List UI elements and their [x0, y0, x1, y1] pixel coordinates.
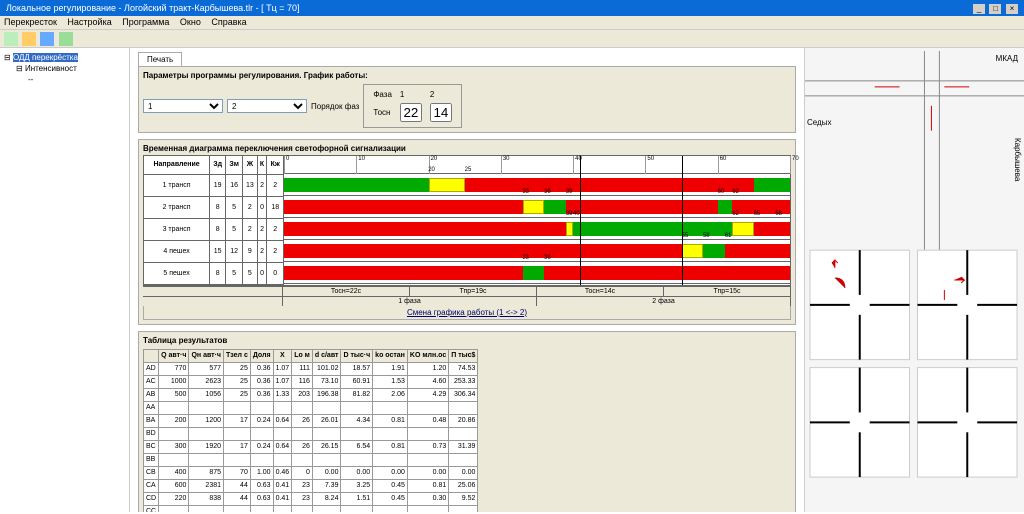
params-panel: Параметры программы регулирования. Графи…	[138, 66, 796, 133]
refresh-icon[interactable]	[59, 32, 73, 46]
phase-select-1[interactable]: 1	[143, 99, 223, 113]
results-panel: Таблица результатов Q авт·чQн авт·чTзел …	[138, 331, 796, 513]
tree-node[interactable]: ⊟ Интенсивност	[4, 63, 125, 74]
tree-panel: ⊟ ОДД перекрёстка ⊟ Интенсивност --	[0, 48, 130, 512]
title-bar: Локальное регулирование - Логойский трак…	[0, 0, 1024, 16]
window-title: Локальное регулирование - Логойский трак…	[6, 3, 300, 13]
menu-item[interactable]: Перекресток	[4, 17, 57, 27]
tree-node[interactable]: --	[4, 74, 125, 85]
intersection-diagram	[805, 48, 1024, 512]
diagram-panel: МКАД Седых Карбышева	[804, 48, 1024, 512]
save-icon[interactable]	[40, 32, 54, 46]
tosn2-input[interactable]	[430, 103, 452, 122]
order-label: Порядок фаз	[311, 102, 359, 111]
menu-item[interactable]: Справка	[211, 17, 246, 27]
tosn1-input[interactable]	[400, 103, 422, 122]
menu-item[interactable]: Программа	[122, 17, 169, 27]
phase-select-2[interactable]: 2	[227, 99, 307, 113]
maximize-button[interactable]: □	[989, 4, 1001, 14]
params-title: Параметры программы регулирования. Графи…	[143, 71, 791, 80]
menu-bar: Перекресток Настройка Программа Окно Спр…	[0, 16, 1024, 30]
toolbar	[0, 30, 1024, 48]
open-icon[interactable]	[22, 32, 36, 46]
close-button[interactable]: ×	[1006, 4, 1018, 14]
swap-link[interactable]: Смена графика работы (1 <-> 2)	[143, 306, 791, 320]
minimize-button[interactable]: _	[973, 4, 985, 14]
center-panel: Печать Параметры программы регулирования…	[130, 48, 804, 512]
tab-print[interactable]: Печать	[138, 52, 182, 66]
results-table: Q авт·чQн авт·чTзел сДоляXLo мd с/автD т…	[143, 349, 478, 513]
timing-diagram: Временная диаграмма переключения светофо…	[138, 139, 796, 325]
new-icon[interactable]	[4, 32, 18, 46]
menu-item[interactable]: Окно	[180, 17, 201, 27]
tree-node[interactable]: ⊟ ОДД перекрёстка	[4, 52, 125, 63]
menu-item[interactable]: Настройка	[67, 17, 111, 27]
